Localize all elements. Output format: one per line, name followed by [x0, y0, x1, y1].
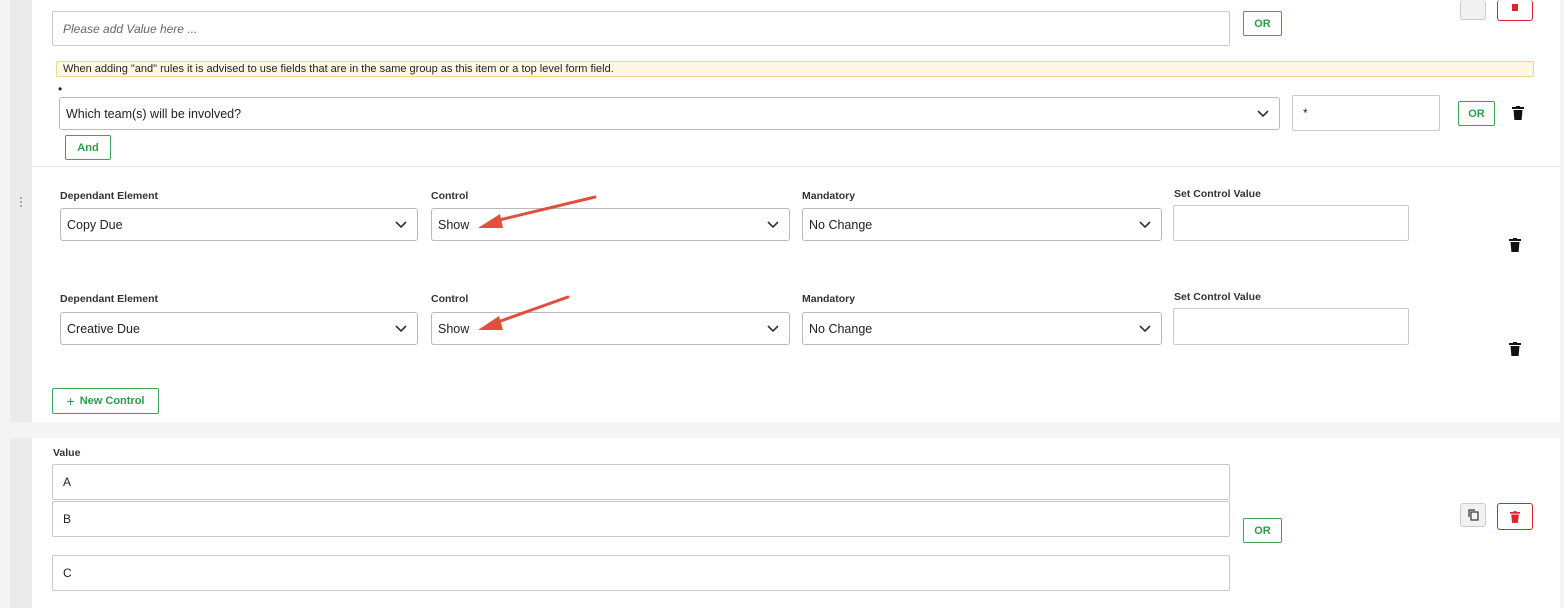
value-input[interactable]: C — [52, 555, 1230, 591]
plus-icon: + — [66, 393, 75, 409]
new-control-button[interactable]: + New Control — [52, 388, 159, 414]
value-input[interactable]: A — [52, 464, 1230, 500]
trash-icon — [1510, 510, 1520, 523]
copy-icon — [1467, 509, 1479, 521]
delete-button[interactable] — [1497, 503, 1533, 530]
copy-button[interactable] — [1460, 503, 1486, 527]
or-button[interactable]: OR — [1243, 518, 1282, 543]
drag-handle-bar[interactable] — [10, 438, 32, 608]
value-label: Value — [53, 447, 81, 459]
value-input[interactable]: B — [52, 501, 1230, 537]
